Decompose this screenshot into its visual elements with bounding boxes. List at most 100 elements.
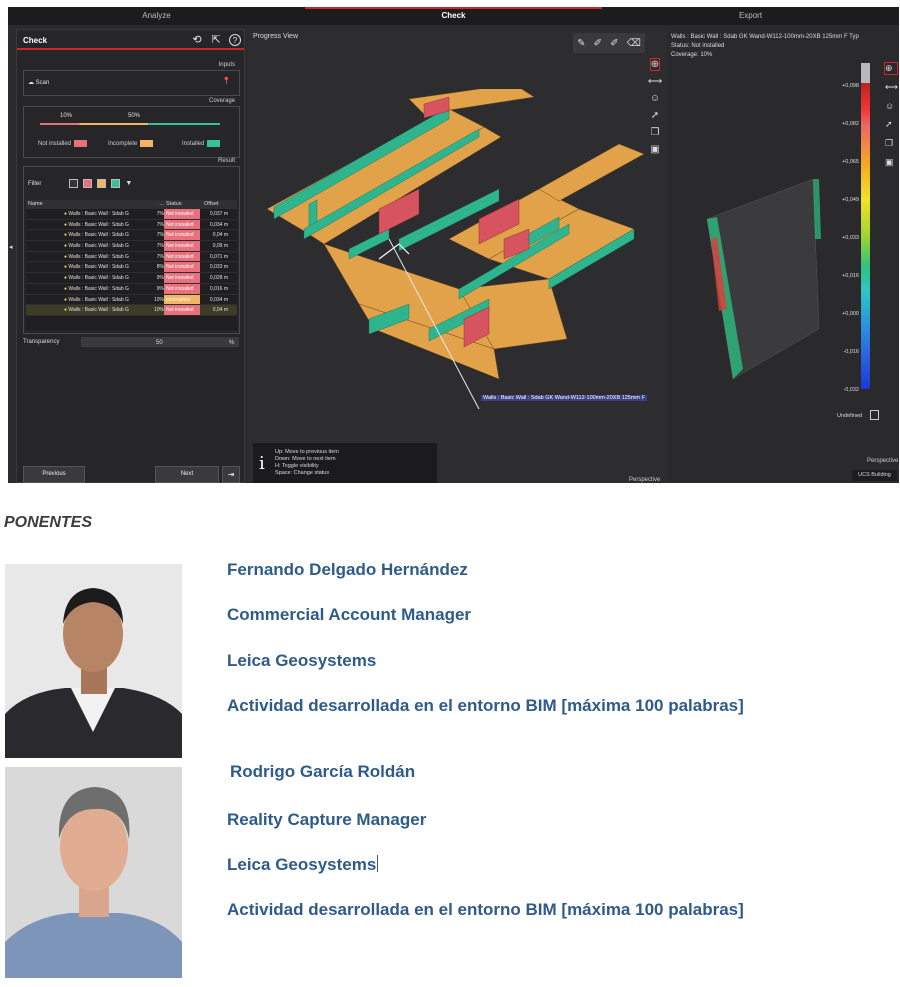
row-status[interactable]: Not installed: [164, 262, 200, 273]
filter-all-checkbox[interactable]: [69, 179, 79, 188]
cube-icon[interactable]: ❒: [885, 138, 897, 149]
row-name-text: Walls : Basic Wall : Sdab G: [68, 253, 129, 260]
filter-row: Filter ▼: [28, 179, 132, 188]
bulb-icon[interactable]: ●: [64, 297, 67, 303]
fit-icon[interactable]: ⟷: [885, 82, 898, 93]
ucs-building-button[interactable]: UCS Building: [852, 470, 897, 481]
pointer-icon[interactable]: ➚: [885, 119, 897, 130]
row-name: ● Walls : Basic Wall : Sdab G: [26, 295, 154, 305]
bulb-icon[interactable]: ●: [64, 222, 67, 228]
row-status[interactable]: Not installed: [164, 273, 200, 283]
pointer-icon[interactable]: ➚: [651, 110, 659, 121]
section-box-icon[interactable]: ▣: [650, 144, 659, 155]
row-status[interactable]: Not installed: [164, 209, 200, 219]
scale-tick-label: +0,016: [842, 273, 859, 279]
tab-check[interactable]: Check: [305, 7, 602, 25]
speaker-2-company: Leica Geosystems: [227, 855, 377, 874]
orbit-icon[interactable]: ⊕: [884, 62, 898, 75]
bulb-icon[interactable]: ●: [64, 264, 67, 270]
bulb-icon[interactable]: ●: [64, 307, 67, 313]
row-status[interactable]: Not installed: [164, 251, 200, 262]
result-label: Result: [217, 158, 235, 164]
table-row[interactable]: ● Walls : Basic Wall : Sdab G 10% Not inst…: [26, 305, 237, 316]
building-model-3d[interactable]: [249, 89, 649, 439]
eraser-icon[interactable]: ⌫: [627, 38, 641, 49]
coverage-slider[interactable]: [40, 123, 220, 125]
table-row[interactable]: ● Walls : Basic Wall : Sdab G 10% Incomple…: [26, 294, 237, 306]
hint-line: Space: Change status: [275, 470, 330, 476]
speaker-2-role: Reality Capture Manager: [227, 810, 427, 829]
element-info: Walls : Basic Wall : Sdab GK Wand-W112-1…: [671, 33, 859, 60]
bulb-icon[interactable]: ●: [64, 275, 67, 281]
table-row[interactable]: ● Walls : Basic Wall : Sdab G 7% Not insta…: [26, 230, 237, 242]
row-offset: 0,028 m: [209, 275, 228, 282]
annotate-icon[interactable]: ✐: [594, 38, 602, 49]
collapse-panel-icon[interactable]: ◂: [9, 243, 13, 251]
orbit-icon[interactable]: ⊕: [649, 58, 661, 71]
panel-title: Check: [23, 36, 48, 45]
table-row[interactable]: ● Walls : Basic Wall : Sdab G 9% Not insta…: [26, 273, 237, 284]
table-row[interactable]: ● Walls : Basic Wall : Sdab G 7% Not insta…: [26, 241, 237, 252]
bulb-icon[interactable]: ●: [64, 243, 67, 249]
bulb-icon[interactable]: ●: [64, 211, 67, 217]
previous-button[interactable]: Previous: [23, 466, 85, 483]
header-status[interactable]: Status: [164, 200, 200, 209]
table-row[interactable]: ● Walls : Basic Wall : Sdab G 9% Not insta…: [26, 283, 237, 295]
legend-installed: Installed: [182, 140, 221, 147]
exit-icon[interactable]: ⇥: [222, 466, 240, 483]
row-status[interactable]: Not installed: [164, 219, 200, 230]
bulb-icon[interactable]: ●: [64, 286, 67, 292]
row-status[interactable]: Not installed: [164, 241, 200, 251]
deviation-view[interactable]: Walls : Basic Wall : Sdab GK Wand-W112-1…: [667, 29, 899, 483]
annotate-alt-icon[interactable]: ✐: [610, 38, 618, 49]
table-row[interactable]: ● Walls : Basic Wall : Sdab G 8% Not insta…: [26, 262, 237, 274]
legend-incomplete-label: Incomplete: [108, 140, 138, 147]
walk-icon[interactable]: ☺: [650, 93, 660, 104]
row-name: ● Walls : Basic Wall : Sdab G: [26, 209, 154, 219]
info-icon: i: [259, 453, 265, 474]
row-status[interactable]: Incomplete: [164, 294, 200, 305]
table-row[interactable]: ● Walls : Basic Wall : Sdab G 7% Not insta…: [26, 209, 237, 220]
walk-icon[interactable]: ☺: [885, 101, 897, 111]
tab-analyze[interactable]: Analyze: [8, 7, 305, 25]
measure-icon[interactable]: ✎: [577, 38, 585, 49]
export-icon[interactable]: ⇱: [210, 34, 222, 46]
scale-tick-label: +0,082: [842, 121, 859, 127]
speaker-1-activity: Actividad desarrollada en el entorno BIM…: [227, 696, 744, 715]
header-offset[interactable]: Offset: [200, 200, 234, 209]
pin-icon[interactable]: 📍: [222, 77, 231, 85]
row-status[interactable]: Not installed: [164, 283, 200, 294]
table-row[interactable]: ● Walls : Basic Wall : Sdab G 7% Not insta…: [26, 251, 237, 263]
cube-icon[interactable]: ❒: [651, 127, 660, 138]
fit-icon[interactable]: ⟷: [648, 76, 662, 87]
row-coverage: 9%: [156, 275, 164, 282]
row-status[interactable]: Not installed: [164, 230, 200, 241]
speaker-portrait-1: [5, 564, 182, 758]
row-status[interactable]: Not installed: [164, 305, 200, 315]
row-offset: 0,016 m: [209, 285, 228, 292]
filter-not-installed-checkbox[interactable]: [83, 179, 93, 188]
keyboard-hints: i Up: Move to previous item Down: Move t…: [253, 443, 437, 483]
scan-input[interactable]: ☁ Scan: [28, 79, 49, 86]
filter-installed-checkbox[interactable]: [111, 179, 121, 188]
header-name[interactable]: Name: [26, 200, 154, 209]
scale-tick-label: +0,000: [842, 311, 859, 317]
wall-heatmap[interactable]: [703, 179, 823, 389]
bulb-icon[interactable]: ●: [64, 232, 67, 238]
progress-view[interactable]: Progress View ✎ ✐ ✐ ⌫ ⊕ ⟷ ☺ ➚ ❒ ▣ Walls …: [249, 29, 667, 483]
row-name-text: Walls : Basic Wall : Sdab G: [68, 243, 129, 250]
header-coverage[interactable]: ...: [154, 200, 164, 209]
section-box-icon[interactable]: ▣: [885, 157, 897, 168]
tab-export[interactable]: Export: [602, 7, 899, 25]
history-icon[interactable]: ⟲: [191, 34, 203, 46]
help-icon[interactable]: ?: [229, 34, 241, 46]
scale-top-band: [861, 63, 870, 83]
next-button[interactable]: Next: [155, 466, 219, 483]
bulb-icon[interactable]: ●: [64, 254, 67, 260]
table-row[interactable]: ● Walls : Basic Wall : Sdab G 7% Not insta…: [26, 219, 237, 231]
funnel-icon[interactable]: ▼: [125, 180, 132, 187]
hint-line: Down: Move to next item: [275, 456, 336, 462]
filter-incomplete-checkbox[interactable]: [97, 179, 107, 188]
speaker-2-company-row[interactable]: Leica Geosystems: [227, 855, 379, 875]
hint-line: H: Toggle visibility: [275, 463, 319, 469]
